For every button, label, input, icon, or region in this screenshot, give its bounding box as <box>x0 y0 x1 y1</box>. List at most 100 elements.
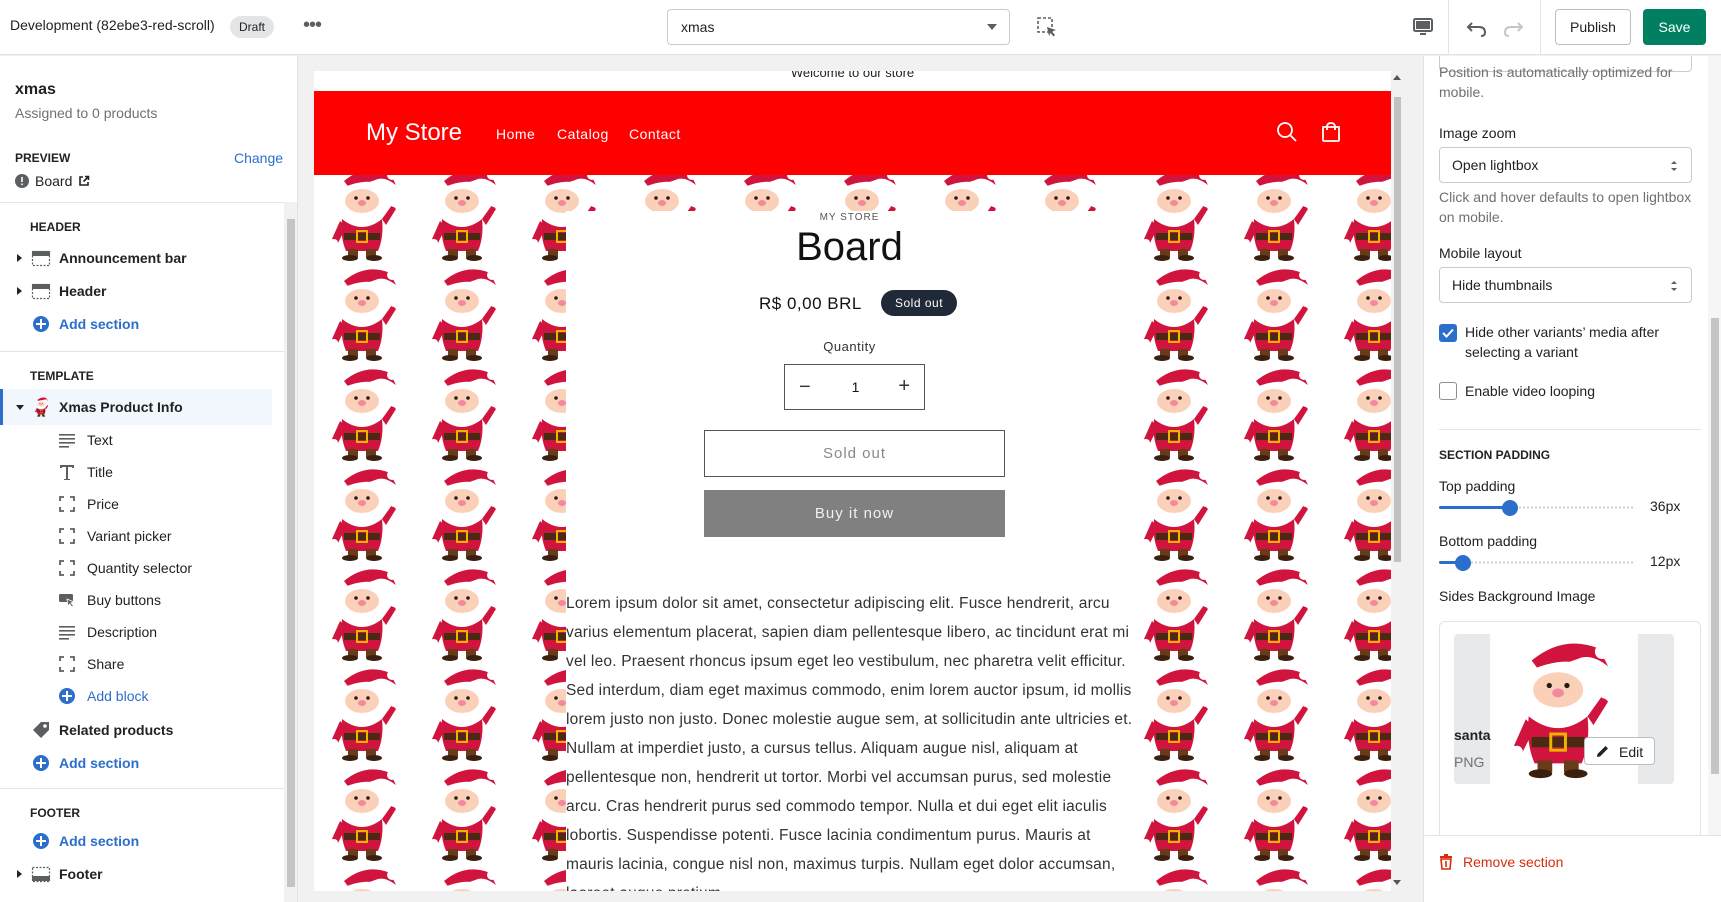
video-looping-checkbox[interactable] <box>1439 382 1457 400</box>
block-price[interactable]: Price <box>0 489 284 519</box>
block-title[interactable]: Title <box>0 457 284 487</box>
section-label: Footer <box>59 866 103 882</box>
scroll-down-icon[interactable] <box>1393 880 1401 885</box>
bottom-padding-label: Bottom padding <box>1439 533 1538 549</box>
footer-group-heading: FOOTER <box>30 806 80 820</box>
chevron-right-icon[interactable] <box>17 870 22 878</box>
quantity-stepper[interactable]: − 1 + <box>784 364 925 410</box>
mobile-layout-label: Mobile layout <box>1439 245 1522 261</box>
nav-contact[interactable]: Contact <box>629 126 681 142</box>
chevron-down-icon[interactable] <box>16 404 24 410</box>
cart-icon[interactable] <box>1319 120 1343 144</box>
image-zoom-select[interactable]: Open lightbox <box>1439 147 1692 183</box>
nav-home[interactable]: Home <box>496 126 535 142</box>
add-section-template[interactable]: Add section <box>0 748 284 778</box>
add-section-label: Add section <box>59 833 140 849</box>
block-label: Price <box>87 496 119 512</box>
block-quantity-selector[interactable]: Quantity selector <box>0 553 284 583</box>
nav-catalog[interactable]: Catalog <box>557 126 609 142</box>
top-padding-knob[interactable] <box>1501 500 1518 516</box>
sections-sidebar: xmas Assigned to 0 products PREVIEW Chan… <box>0 56 298 902</box>
product-vendor: MY STORE <box>819 212 880 223</box>
select-arrows-icon <box>1671 161 1677 171</box>
top-padding-label: Top padding <box>1439 478 1516 494</box>
block-buy-buttons[interactable]: Buy buttons <box>0 585 284 615</box>
chevron-down-icon <box>987 24 997 30</box>
announcement-bar: Welcome to our store <box>790 71 915 80</box>
chevron-right-icon[interactable] <box>17 254 22 262</box>
hide-variants-label[interactable]: Hide other variants’ media after selecti… <box>1465 322 1695 362</box>
divider <box>0 788 284 789</box>
undo-icon[interactable] <box>1464 14 1490 40</box>
save-button[interactable]: Save <box>1643 9 1706 45</box>
search-icon[interactable] <box>1275 120 1299 144</box>
section-layout-icon <box>31 250 51 267</box>
santa-background-left <box>314 175 566 891</box>
add-block-label: Add block <box>87 688 149 704</box>
video-looping-label[interactable]: Enable video looping <box>1465 381 1695 401</box>
title-icon <box>60 465 74 480</box>
add-block-button[interactable]: Add block <box>0 681 284 711</box>
template-group-heading: TEMPLATE <box>30 369 94 383</box>
redo-icon[interactable] <box>1500 14 1526 40</box>
mobile-layout-select[interactable]: Hide thumbnails <box>1439 267 1692 303</box>
preview-heading: PREVIEW <box>15 151 71 165</box>
assigned-count: Assigned to 0 products <box>15 105 158 121</box>
remove-section-button[interactable]: Remove section <box>1439 854 1563 870</box>
status-badge: Draft <box>230 16 275 38</box>
more-actions-icon[interactable]: ••• <box>299 13 325 39</box>
publish-button[interactable]: Publish <box>1555 9 1631 45</box>
section-announcement-bar[interactable]: Announcement bar <box>0 243 284 273</box>
sold-out-button[interactable]: Sold out <box>704 430 1005 477</box>
bottom-padding-knob[interactable] <box>1454 555 1471 571</box>
block-variant-picker[interactable]: Variant picker <box>0 521 284 551</box>
block-label: Description <box>87 624 158 640</box>
section-padding-heading: SECTION PADDING <box>1439 448 1551 462</box>
chevron-right-icon[interactable] <box>17 287 22 295</box>
sidebar-scrollbar-thumb[interactable] <box>287 219 295 887</box>
block-share[interactable]: Share <box>0 649 284 679</box>
template-select[interactable]: xmas <box>667 9 1010 45</box>
section-footer[interactable]: Footer <box>0 859 284 889</box>
block-icon <box>59 560 75 576</box>
top-padding-fill <box>1439 506 1510 509</box>
change-preview-link[interactable]: Change <box>234 150 283 166</box>
bottom-padding-value: 12px <box>1650 553 1681 569</box>
product-title: Board <box>796 225 903 269</box>
plus-icon[interactable]: + <box>898 375 910 398</box>
buy-now-button[interactable]: Buy it now <box>704 490 1005 537</box>
external-link-icon[interactable] <box>78 175 90 187</box>
block-icon <box>59 496 75 512</box>
inspector-icon[interactable] <box>1036 16 1058 38</box>
mobile-layout-value: Hide thumbnails <box>1452 277 1553 293</box>
preview-scrollbar-thumb[interactable] <box>1394 97 1401 562</box>
section-header[interactable]: Header <box>0 276 284 306</box>
desktop-preview-icon[interactable] <box>1411 15 1435 39</box>
divider <box>0 202 284 203</box>
santa-background-right <box>1133 175 1391 891</box>
quantity-label: Quantity <box>823 339 876 354</box>
section-label: Header <box>59 283 107 299</box>
section-layout-icon <box>31 866 51 883</box>
block-description[interactable]: Description <box>0 617 284 647</box>
product-description: Lorem ipsum dolor sit amet, consectetur … <box>566 595 1133 891</box>
block-text[interactable]: Text <box>0 425 284 455</box>
edit-image-button[interactable]: Edit <box>1584 737 1655 765</box>
section-related-products[interactable]: Related products <box>0 715 284 745</box>
settings-scrollbar-thumb[interactable] <box>1711 318 1719 774</box>
hide-variants-checkbox[interactable] <box>1439 324 1457 342</box>
preview-product-name: Board <box>35 173 73 189</box>
add-section-header[interactable]: Add section <box>0 309 284 339</box>
image-zoom-label: Image zoom <box>1439 125 1517 141</box>
info-icon <box>15 174 29 188</box>
section-xmas-product-info[interactable]: Xmas Product Info <box>0 389 272 425</box>
template-select-value: xmas <box>681 19 715 35</box>
preview-product[interactable]: Board <box>15 173 90 189</box>
template-name: xmas <box>15 81 56 98</box>
add-section-footer[interactable]: Add section <box>0 826 284 856</box>
top-bar: Development (82ebe3-red-scroll) Draft ••… <box>0 0 1721 55</box>
scroll-up-icon[interactable] <box>1393 75 1401 80</box>
store-logo[interactable]: My Store <box>366 119 462 147</box>
block-label: Title <box>87 464 113 480</box>
block-label: Share <box>87 656 125 672</box>
